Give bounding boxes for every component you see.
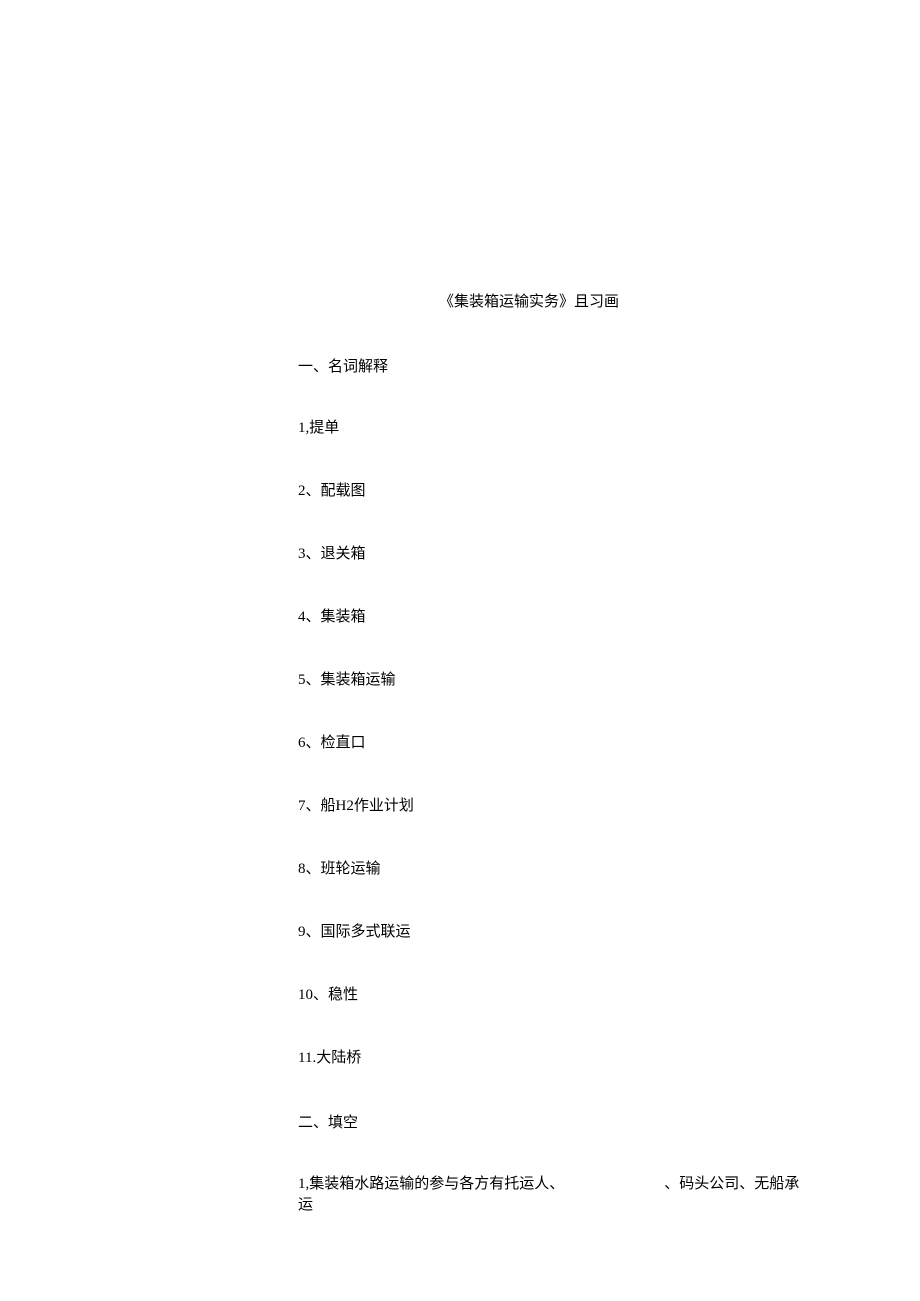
section-1-heading: 一、名词解释 [298, 355, 800, 376]
term-item: 5、集装箱运输 [298, 670, 800, 691]
term-item: 9、国际多式联运 [298, 922, 800, 943]
term-item: 8、班轮运输 [298, 859, 800, 880]
term-item: 6、检直口 [298, 733, 800, 754]
term-item: 2、配载图 [298, 481, 800, 502]
document-page: 《集装箱运输实务》且习画 一、名词解释 1,提单 2、配载图 3、退关箱 4、集… [0, 0, 920, 1216]
fill-blank-prefix: 1,集装箱水路运输的参与各方有托运人、 [298, 1176, 564, 1192]
term-item: 1,提单 [298, 418, 800, 439]
document-title: 《集装箱运输实务》且习画 [298, 290, 800, 311]
term-item: 3、退关箱 [298, 544, 800, 565]
term-item: 10、稳性 [298, 985, 800, 1006]
term-item: 7、船H2作业计划 [298, 796, 800, 817]
term-item: 11.大陆桥 [298, 1048, 800, 1069]
fill-blank-item: 1,集装箱水路运输的参与各方有托运人、、码头公司、无船承运 [298, 1174, 800, 1216]
term-item: 4、集装箱 [298, 607, 800, 628]
section-2-heading: 二、填空 [298, 1111, 800, 1132]
